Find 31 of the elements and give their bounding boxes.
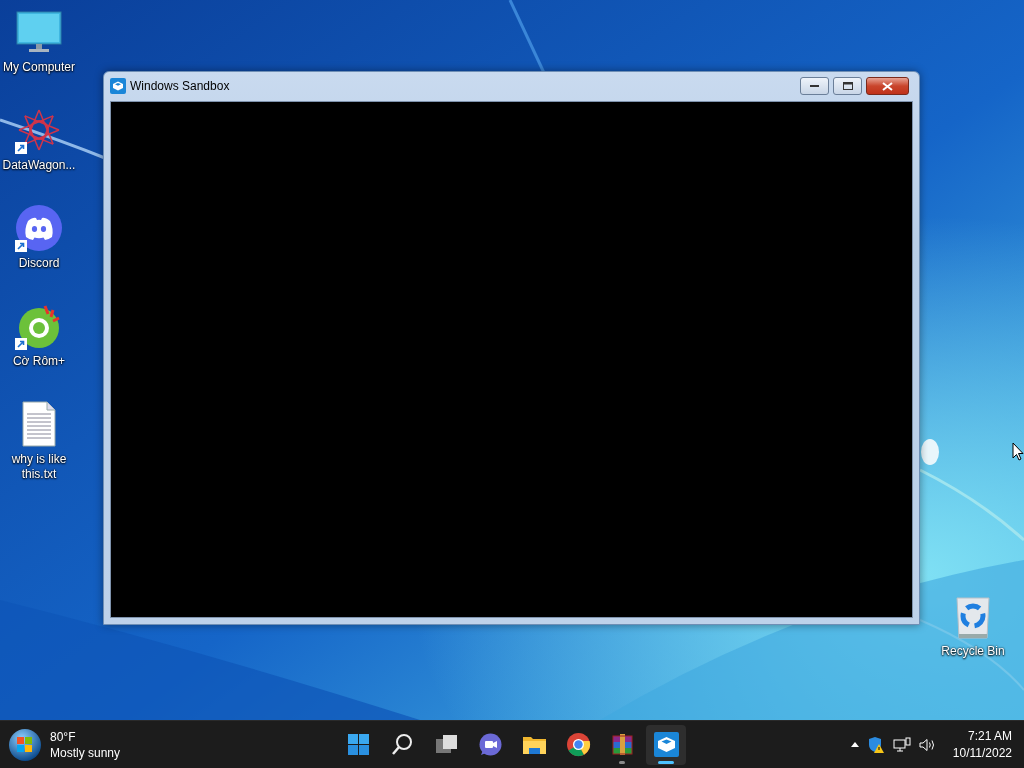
sandbox-icon (653, 732, 679, 757)
temperature-text: 80°F (50, 728, 77, 745)
icon-label[interactable]: Cờ Rôm+ (12, 354, 66, 369)
close-icon (882, 81, 893, 91)
search-icon (389, 732, 415, 757)
network-icon[interactable] (892, 736, 911, 753)
chat-app-icon[interactable] (15, 204, 63, 252)
volume-icon[interactable] (918, 737, 937, 752)
start-icon (345, 732, 371, 757)
close-button[interactable] (866, 77, 909, 96)
shield-warning-icon[interactable] (866, 735, 885, 754)
icon-label[interactable]: why is like this.txt (7, 452, 71, 482)
maximize-icon (842, 82, 853, 91)
weather-icon (8, 727, 42, 762)
archive-icon (609, 732, 635, 757)
sandbox-icon (110, 78, 126, 95)
minimize-button[interactable] (800, 77, 829, 96)
clock[interactable]: 7:21 AM 10/11/2022 (952, 727, 1012, 762)
maximize-button[interactable] (833, 77, 862, 96)
browser-icon (565, 732, 591, 757)
cursor-icon (1012, 442, 1024, 461)
icon-label[interactable]: Discord (18, 256, 60, 271)
recycle-bin-icon[interactable] (953, 596, 993, 640)
minimize-icon (810, 84, 819, 88)
video-chat-icon (477, 732, 503, 757)
icon-label[interactable]: My Computer (3, 60, 75, 75)
chevron-up-icon[interactable] (850, 742, 859, 747)
icon-label[interactable]: DataWagon... (2, 158, 76, 173)
weather-text: Mostly sunny (50, 744, 121, 761)
window-title: Windows Sandbox (130, 78, 230, 96)
taskbar-button[interactable] (646, 724, 686, 765)
